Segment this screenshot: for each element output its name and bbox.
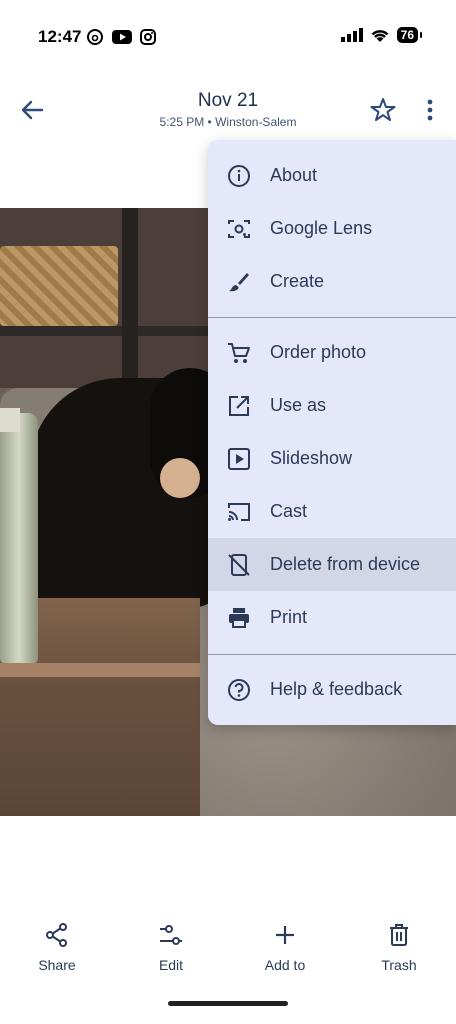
menu-divider bbox=[208, 654, 456, 655]
menu-item-delete-from-device[interactable]: Delete from device bbox=[208, 538, 456, 591]
wifi-icon bbox=[371, 29, 389, 42]
help-icon bbox=[228, 678, 250, 701]
trash-label: Trash bbox=[381, 957, 417, 973]
menu-item-label: Use as bbox=[270, 395, 327, 415]
status-time: 12:47 bbox=[38, 27, 82, 46]
menu-item-about[interactable]: About bbox=[208, 149, 456, 202]
menu-item-label: Create bbox=[270, 271, 325, 291]
trash-icon bbox=[390, 924, 408, 946]
photo-table-edge bbox=[0, 663, 200, 677]
photo-bottle bbox=[0, 413, 38, 663]
menu-item-label: Print bbox=[270, 607, 308, 627]
add-to-button[interactable]: Add to bbox=[245, 905, 325, 973]
brush-icon bbox=[229, 272, 249, 291]
menu-item-use-as[interactable]: Use as bbox=[208, 379, 456, 432]
menu-item-label: Slideshow bbox=[270, 448, 353, 468]
home-indicator[interactable] bbox=[168, 1001, 288, 1006]
menu-item-slideshow[interactable]: Slideshow bbox=[208, 432, 456, 485]
menu-item-label: Google Lens bbox=[270, 218, 373, 238]
menu-item-label: Delete from device bbox=[270, 554, 421, 574]
menu-item-label: Order photo bbox=[270, 342, 367, 362]
photo-bottle-cap bbox=[0, 408, 20, 432]
overflow-menu: About Google Lens Create Order photo Use… bbox=[208, 140, 456, 725]
more-options-icon[interactable] bbox=[418, 96, 442, 124]
photo-header: Nov 21 5:25 PM • Winston-Salem bbox=[0, 76, 456, 140]
battery-icon: 76 bbox=[396, 27, 423, 43]
favorite-star-icon[interactable] bbox=[369, 96, 397, 124]
edit-label: Edit bbox=[158, 957, 184, 973]
lens-icon bbox=[228, 219, 250, 238]
youtube-icon bbox=[112, 30, 132, 44]
bottom-action-bar: Share Edit Add to Trash bbox=[0, 905, 456, 985]
menu-item-label: About bbox=[270, 165, 318, 185]
menu-item-help-feedback[interactable]: Help & feedback bbox=[208, 663, 456, 716]
photo-dog-collar bbox=[160, 458, 200, 498]
photo-shelf-bar bbox=[0, 326, 210, 336]
slideshow-icon bbox=[228, 447, 250, 470]
photo-basket bbox=[0, 246, 118, 326]
menu-divider bbox=[208, 317, 456, 318]
menu-item-print[interactable]: Print bbox=[208, 591, 456, 644]
delete-device-icon bbox=[228, 553, 250, 576]
status-bar: 12:47 76 bbox=[0, 0, 456, 74]
menu-item-label: Cast bbox=[270, 501, 308, 521]
add-to-label: Add to bbox=[264, 957, 306, 973]
status-system-icons: 76 bbox=[340, 27, 423, 43]
share-button[interactable]: Share bbox=[17, 905, 97, 973]
menu-item-create[interactable]: Create bbox=[208, 255, 456, 308]
instagram-icon bbox=[140, 29, 156, 45]
menu-item-google-lens[interactable]: Google Lens bbox=[208, 202, 456, 255]
cast-icon bbox=[228, 502, 250, 521]
share-label: Share bbox=[38, 957, 76, 973]
info-icon bbox=[228, 164, 250, 187]
status-app-icons bbox=[86, 28, 156, 46]
threads-icon bbox=[87, 29, 103, 45]
menu-item-cast[interactable]: Cast bbox=[208, 485, 456, 538]
edit-sliders-icon bbox=[160, 925, 182, 945]
plus-icon bbox=[276, 926, 294, 944]
cellular-signal-icon bbox=[340, 28, 363, 42]
menu-item-order-photo[interactable]: Order photo bbox=[208, 326, 456, 379]
share-icon bbox=[46, 923, 67, 947]
edit-button[interactable]: Edit bbox=[131, 905, 211, 973]
trash-button[interactable]: Trash bbox=[359, 905, 439, 973]
cart-icon bbox=[228, 342, 250, 363]
print-icon bbox=[229, 607, 249, 628]
menu-item-label: Help & feedback bbox=[270, 679, 403, 699]
open-external-icon bbox=[229, 395, 249, 416]
